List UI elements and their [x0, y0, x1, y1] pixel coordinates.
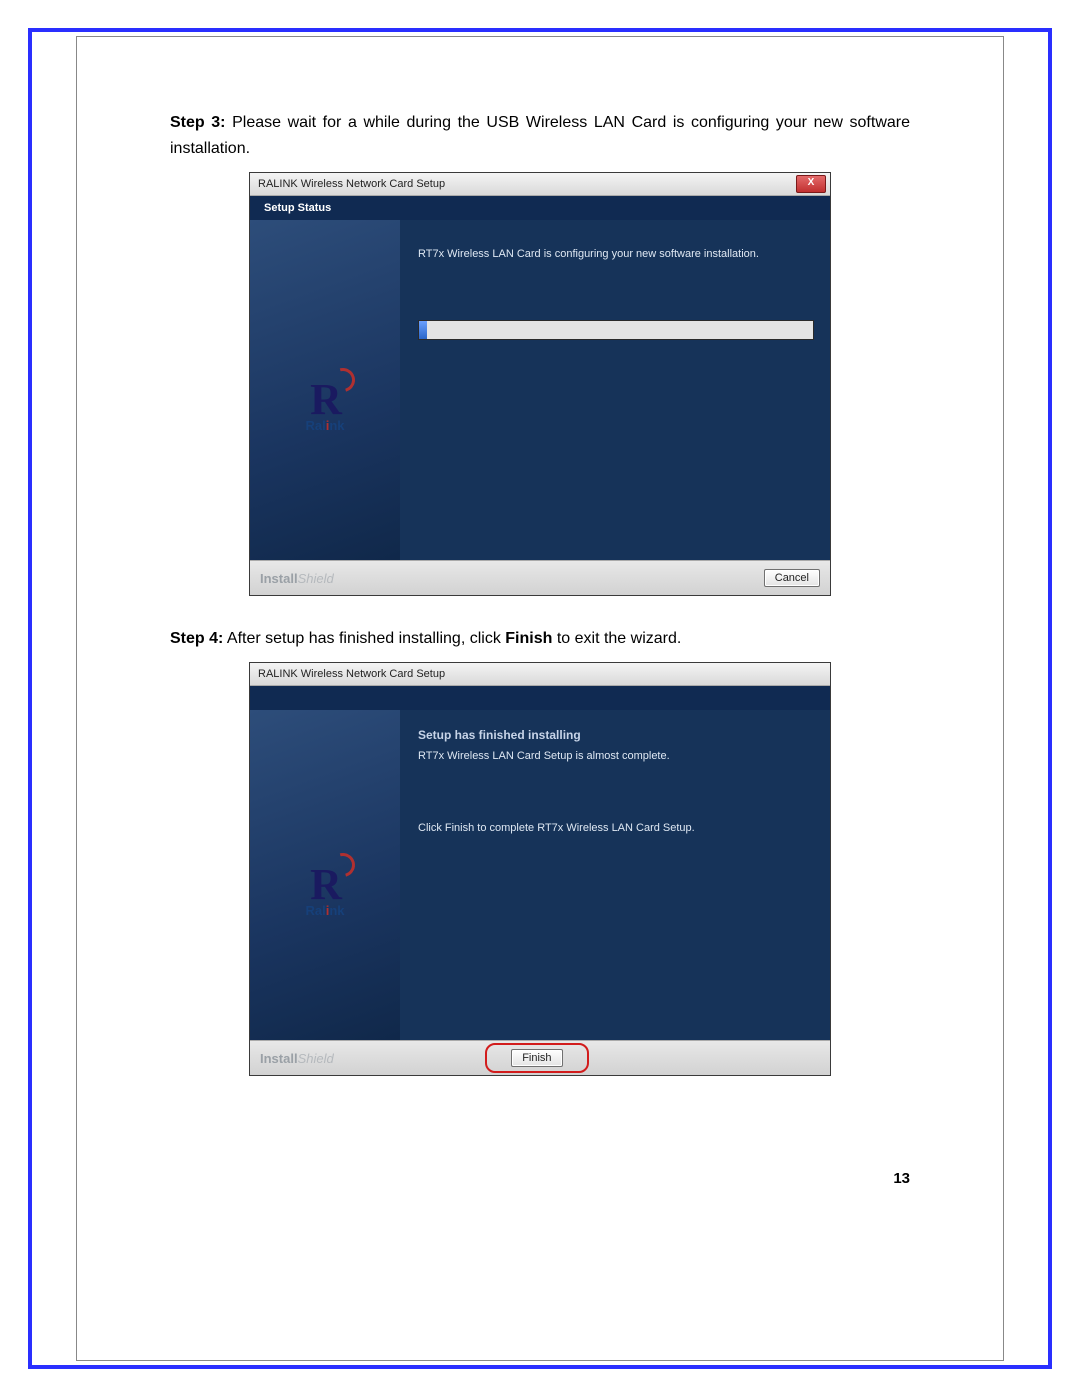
footer-center: Finish: [334, 1043, 740, 1073]
header-title: Setup Status: [264, 202, 331, 214]
ralink-swirl-icon: [326, 363, 359, 396]
titlebar[interactable]: RALINK Wireless Network Card Setup: [250, 663, 830, 686]
installshield-brand: InstallShield: [260, 571, 334, 586]
close-icon: X: [808, 177, 815, 188]
cancel-button[interactable]: Cancel: [764, 569, 820, 587]
page-number: 13: [893, 1170, 910, 1187]
titlebar[interactable]: RALINK Wireless Network Card Setup X: [250, 173, 830, 196]
header-strip: Setup Status: [250, 196, 830, 220]
ralink-swirl-icon: [326, 848, 359, 881]
step4-paragraph: Step 4: After setup has finished install…: [170, 626, 910, 652]
finish-highlight-ring: Finish: [485, 1043, 588, 1073]
page-content: Step 3: Please wait for a while during t…: [170, 110, 910, 1106]
config-text: RT7x Wireless LAN Card is configuring yo…: [418, 248, 812, 260]
right-panel: RT7x Wireless LAN Card is configuring yo…: [400, 220, 830, 560]
brand-install: Install: [260, 571, 298, 586]
step3-label: Step 3:: [170, 114, 226, 131]
installer-window-setup-status: RALINK Wireless Network Card Setup X Set…: [249, 172, 831, 596]
installer-footer: InstallShield Finish: [250, 1040, 830, 1075]
installer-footer: InstallShield Cancel: [250, 560, 830, 595]
left-panel: R Ralink: [250, 220, 400, 560]
installshield-brand: InstallShield: [260, 1051, 334, 1066]
finished-subtext: RT7x Wireless LAN Card Setup is almost c…: [418, 750, 812, 762]
installer-body: R Ralink RT7x Wireless LAN Card is confi…: [250, 220, 830, 560]
finished-heading: Setup has finished installing: [418, 728, 812, 742]
brand-install: Install: [260, 1051, 298, 1066]
step4-label: Step 4:: [170, 630, 223, 647]
finish-button[interactable]: Finish: [511, 1049, 562, 1067]
installer-window-finished: RALINK Wireless Network Card Setup R Ral…: [249, 662, 831, 1076]
step3-text: Please wait for a while during the USB W…: [170, 114, 910, 157]
step4-text-before: After setup has finished installing, cli…: [227, 630, 505, 647]
ralink-r-mark-icon: R: [305, 378, 344, 422]
progress-bar: [418, 320, 814, 340]
close-button[interactable]: X: [796, 175, 826, 193]
ralink-logo: R Ralink: [305, 378, 344, 433]
finished-instruction: Click Finish to complete RT7x Wireless L…: [418, 822, 812, 834]
header-strip-empty: [250, 686, 830, 710]
right-panel: Setup has finished installing RT7x Wirel…: [400, 710, 830, 1040]
progress-fill: [419, 321, 427, 339]
step3-paragraph: Step 3: Please wait for a while during t…: [170, 110, 910, 162]
left-panel: R Ralink: [250, 710, 400, 1040]
window-title: RALINK Wireless Network Card Setup: [258, 668, 826, 680]
ralink-logo: R Ralink: [305, 863, 344, 918]
brand-shield: Shield: [298, 571, 334, 586]
installer-body: R Ralink Setup has finished installing R…: [250, 710, 830, 1040]
ralink-r-mark-icon: R: [305, 863, 344, 907]
step4-text-after: to exit the wizard.: [552, 630, 681, 647]
brand-shield: Shield: [298, 1051, 334, 1066]
step4-bold: Finish: [505, 630, 552, 647]
window-title: RALINK Wireless Network Card Setup: [258, 178, 796, 190]
